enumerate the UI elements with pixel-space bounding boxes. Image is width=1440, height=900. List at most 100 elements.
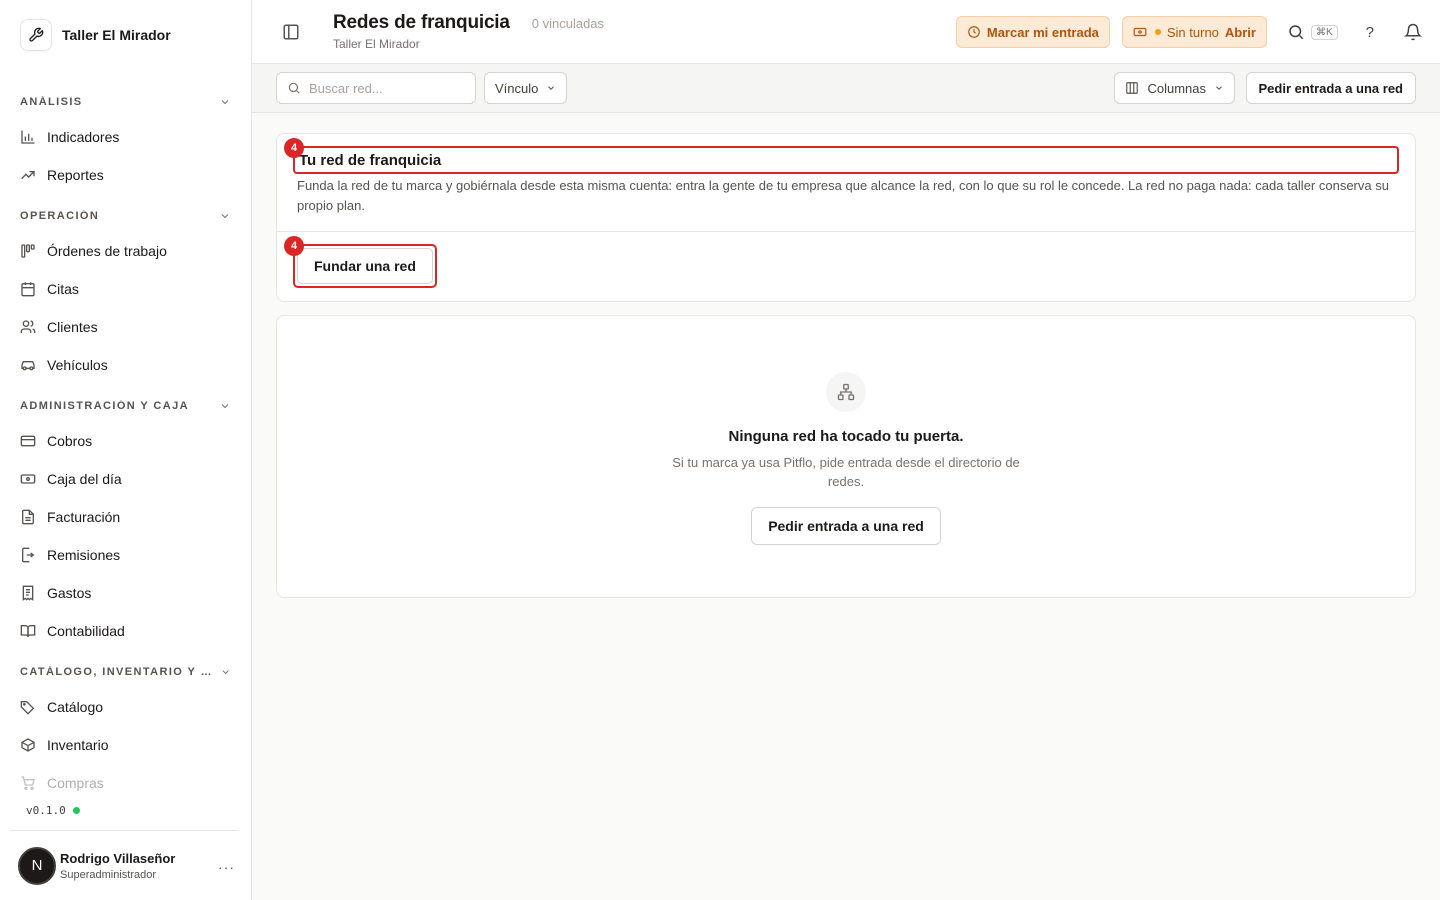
sidebar-item-remisiones[interactable]: Remisiones <box>0 536 251 574</box>
sidebar-item-compras[interactable]: Compras <box>0 764 251 802</box>
filter-label: Vínculo <box>495 80 539 96</box>
sidebar-item-inventario[interactable]: Inventario <box>0 726 251 764</box>
user-role: Superadministrador <box>60 868 156 881</box>
linked-count: 0 vinculadas <box>531 16 605 31</box>
cash-register-icon <box>1133 27 1147 37</box>
empty-state-card: Ninguna red ha tocado tu puerta. Si tu m… <box>276 315 1416 598</box>
status-dot <box>1154 29 1161 35</box>
sidebar-item-facturacion[interactable]: Facturación <box>0 498 251 536</box>
chevron-down-icon <box>221 404 229 409</box>
sidebar-item-vehiculos[interactable]: Vehículos <box>0 346 251 384</box>
network-icon <box>826 372 866 412</box>
book-open-icon <box>20 625 36 638</box>
sidebar-item-label: Facturación <box>47 509 121 525</box>
sidebar-item-clientes[interactable]: Clientes <box>0 308 251 346</box>
sidebar-nav: ANÁLISIS Indicadores Reportes OPERACIÓN … <box>0 70 251 802</box>
link-filter-dropdown[interactable]: Vínculo <box>484 72 568 104</box>
own-network-header: Tu red de franquicia 4 Funda la red de t… <box>277 134 1415 232</box>
group-header-catalogo[interactable]: CATÁLOGO, INVENTARIO Y CO... <box>0 656 251 688</box>
user-info: Rodrigo Villaseñor Superadministrador <box>60 851 175 881</box>
calendar-icon <box>21 282 35 297</box>
kanban-icon <box>21 244 35 258</box>
shift-button[interactable]: Sin turno Abrir <box>1121 16 1267 48</box>
group-header-administracion[interactable]: ADMINISTRACIÓN Y CAJA <box>0 390 251 422</box>
group-title: CATÁLOGO, INVENTARIO Y CO... <box>20 666 220 678</box>
columns-icon <box>1126 82 1139 94</box>
help-icon[interactable]: ? <box>1366 24 1374 41</box>
button-highlight: Fundar una red <box>293 244 437 288</box>
search-icon <box>1289 25 1304 40</box>
clock-in-label: Marcar mi entrada <box>986 24 1099 40</box>
file-export-icon <box>22 547 35 563</box>
own-network-title: Tu red de franquicia <box>299 151 442 169</box>
page-subtitle: Taller El Mirador <box>333 37 420 51</box>
wrench-icon <box>20 19 52 51</box>
brand[interactable]: Taller El Mirador <box>0 0 251 70</box>
version-label: v0.1.0 <box>26 804 66 817</box>
sidebar-item-reportes[interactable]: Reportes <box>0 156 251 194</box>
sidebar-item-label: Remisiones <box>47 547 121 563</box>
shortcut-kbd: ⌘K <box>1310 24 1338 40</box>
group-title: ADMINISTRACIÓN Y CAJA <box>20 400 189 412</box>
title-highlight: Tu red de franquicia <box>293 146 1399 174</box>
page-title: Redes de franquicia <box>333 12 510 33</box>
group-title: OPERACIÓN <box>20 210 100 222</box>
avatar: N <box>18 846 56 885</box>
package-icon <box>21 738 35 752</box>
user-menu[interactable]: N Rodrigo Villaseñor Superadministrador … <box>10 830 239 900</box>
user-name: Rodrigo Villaseñor <box>60 850 176 866</box>
group-header-analisis[interactable]: ANÁLISIS <box>0 86 251 118</box>
sidebar-item-citas[interactable]: Citas <box>0 270 251 308</box>
main-content: Redes de franquicia 0 vinculadas Taller … <box>252 0 1440 900</box>
car-icon <box>21 361 35 371</box>
chevron-down-icon <box>221 214 229 219</box>
brand-name: Taller El Mirador <box>62 27 171 43</box>
sidebar-item-label: Clientes <box>47 319 98 335</box>
status-dot <box>72 807 80 814</box>
shift-open-label: Abrir <box>1224 24 1256 40</box>
request-entry-button[interactable]: Pedir entrada a una red <box>1245 72 1416 104</box>
sidebar-item-label: Catálogo <box>47 699 104 715</box>
own-network-footer: Fundar una red 4 <box>277 232 1415 302</box>
sidebar-item-label: Órdenes de trabajo <box>47 243 167 259</box>
group-header-operacion[interactable]: OPERACIÓN <box>0 200 251 232</box>
found-network-button[interactable]: Fundar una red <box>297 248 433 284</box>
command-search[interactable]: ⌘K <box>1287 23 1338 41</box>
columns-button[interactable]: Columnas <box>1114 72 1235 104</box>
sidebar-item-label: Vehículos <box>47 357 108 373</box>
chevron-down-icon <box>221 100 229 105</box>
step-badge: 4 <box>284 138 304 158</box>
title-block: Redes de franquicia 0 vinculadas Taller … <box>333 12 604 51</box>
users-icon <box>20 320 36 333</box>
own-network-card: Tu red de franquicia 4 Funda la red de t… <box>276 133 1416 302</box>
sidebar-toggle-icon[interactable] <box>282 23 300 41</box>
search-box[interactable] <box>276 72 476 104</box>
request-entry-button-empty[interactable]: Pedir entrada a una red <box>751 507 941 545</box>
clock-in-button[interactable]: Marcar mi entrada <box>955 16 1110 48</box>
sidebar-item-label: Reportes <box>47 167 104 183</box>
sidebar-item-label: Caja del día <box>47 471 122 487</box>
bell-icon[interactable] <box>1404 23 1422 41</box>
search-icon <box>288 82 300 94</box>
bar-chart-icon <box>21 130 35 144</box>
search-input[interactable] <box>309 80 469 96</box>
sidebar-item-ordenes[interactable]: Órdenes de trabajo <box>0 232 251 270</box>
sidebar-item-cobros[interactable]: Cobros <box>0 422 251 460</box>
empty-title: Ninguna red ha tocado tu puerta. <box>728 428 964 445</box>
credit-card-icon <box>20 435 36 447</box>
top-actions: Marcar mi entrada Sin turno Abrir ⌘K ? <box>955 16 1422 48</box>
toolbar: Vínculo Columnas Pedir entrada a una red <box>252 64 1440 113</box>
sidebar-item-contabilidad[interactable]: Contabilidad <box>0 612 251 650</box>
more-icon[interactable]: ··· <box>218 859 235 875</box>
sidebar-item-caja[interactable]: Caja del día <box>0 460 251 498</box>
sidebar-item-label: Inventario <box>47 737 109 753</box>
sidebar-item-indicadores[interactable]: Indicadores <box>0 118 251 156</box>
trending-up-icon <box>21 171 35 179</box>
columns-label: Columnas <box>1147 80 1206 96</box>
sidebar-item-label: Gastos <box>47 585 92 601</box>
sidebar-item-gastos[interactable]: Gastos <box>0 574 251 612</box>
chevron-down-icon <box>548 86 555 90</box>
sidebar: Taller El Mirador ANÁLISIS Indicadores R… <box>0 0 252 900</box>
sidebar-item-catalogo[interactable]: Catálogo <box>0 688 251 726</box>
tags-icon <box>20 701 35 715</box>
